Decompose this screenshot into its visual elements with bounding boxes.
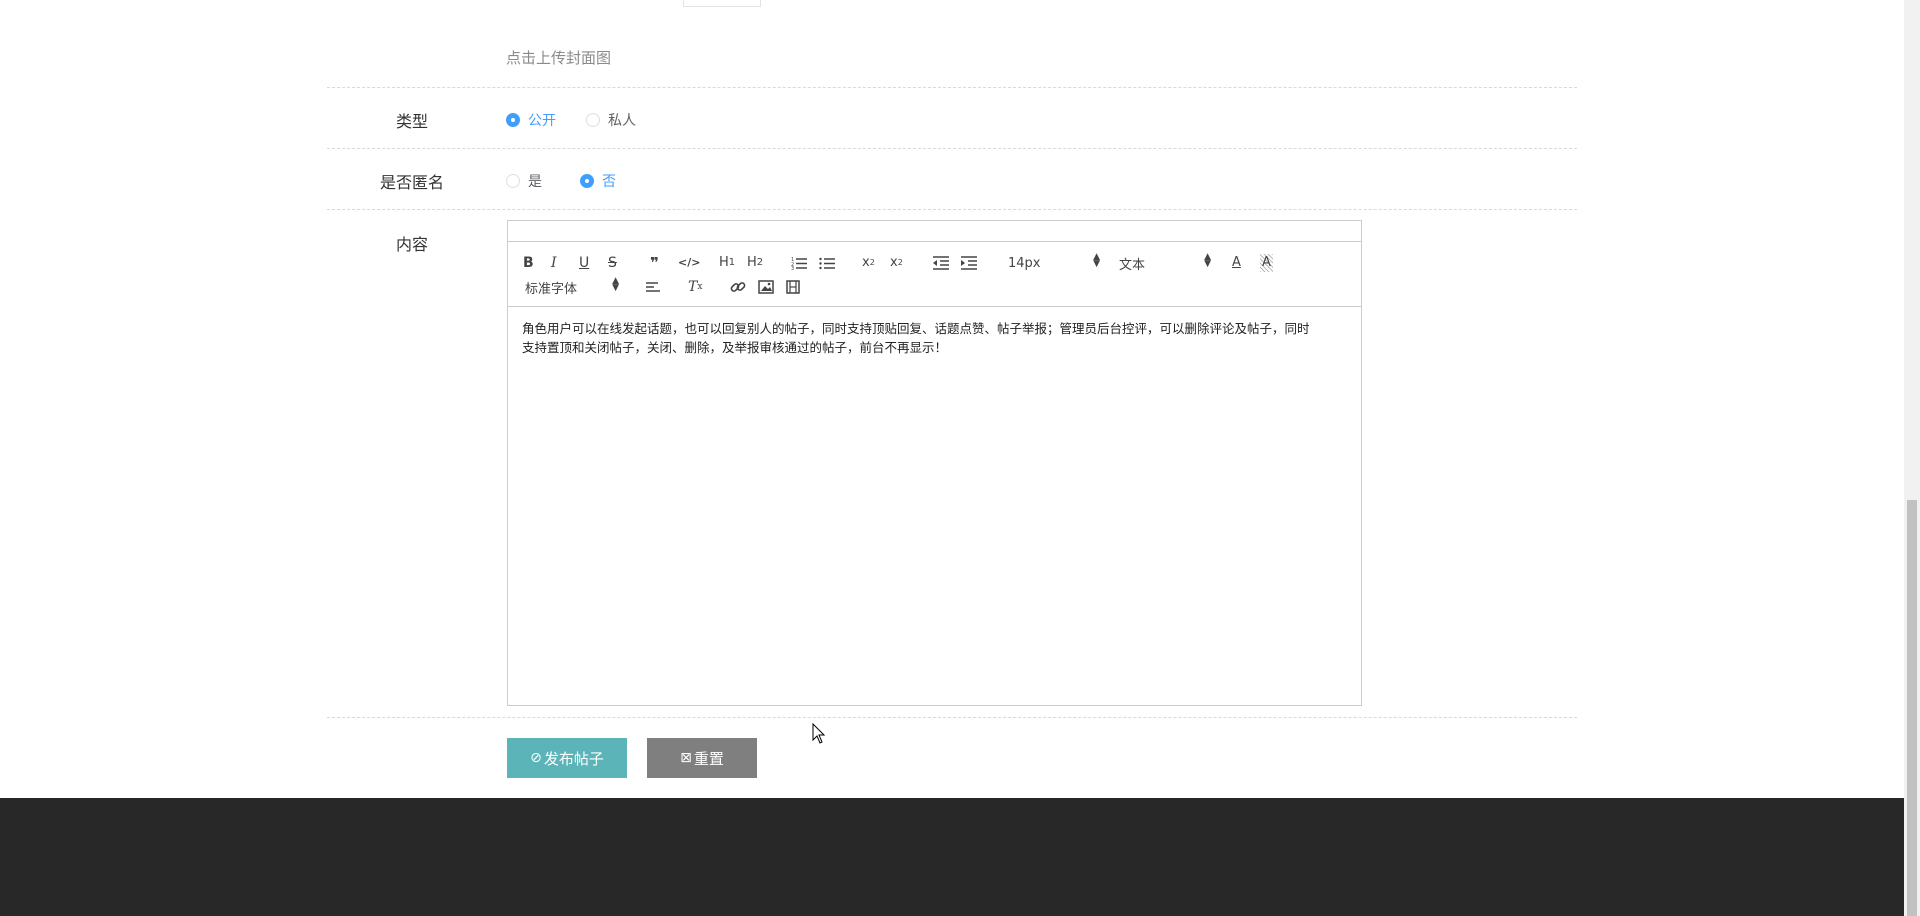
type-radio-private[interactable]: 私人	[586, 110, 636, 130]
editor-toolbar: B I U S ❞ </> H1 H2 123 x2 x2 14px ▲ ▼ 文…	[508, 242, 1361, 307]
row-divider	[327, 717, 1577, 718]
font-family-value: 标准字体	[525, 281, 578, 297]
radio-label: 公开	[528, 113, 556, 129]
cover-upload-hint: 点击上传封面图	[506, 49, 612, 67]
bullet-list-icon[interactable]	[819, 254, 835, 272]
page-footer	[0, 798, 1904, 916]
radio-dot	[580, 174, 594, 188]
font-size-select[interactable]: 14px ▲ ▼	[1008, 252, 1100, 272]
svg-text:3: 3	[791, 266, 794, 270]
publish-post-button[interactable]: ⊘ 发布帖子	[507, 738, 627, 778]
strike-icon[interactable]: S	[608, 254, 617, 272]
header-type-select[interactable]: 文本 ▲ ▼	[1119, 252, 1211, 273]
row-divider	[327, 148, 1577, 149]
blockquote-icon[interactable]: ❞	[650, 254, 659, 272]
ordered-list-icon[interactable]: 123	[791, 254, 807, 272]
row-divider	[327, 209, 1577, 210]
chevron-updown-icon: ▲ ▼	[612, 276, 619, 293]
background-color-icon[interactable]: A	[1260, 254, 1273, 272]
scrollbar-thumb[interactable]	[1907, 500, 1917, 916]
editor-top-strip	[508, 221, 1361, 242]
reset-button[interactable]: ⊠ 重置	[647, 738, 757, 778]
anonymous-radio-yes[interactable]: 是	[506, 171, 542, 191]
font-family-select[interactable]: 标准字体 ▲ ▼	[525, 276, 619, 297]
italic-icon[interactable]: I	[551, 254, 557, 272]
header-type-value: 文本	[1119, 257, 1146, 273]
radio-dot	[586, 113, 600, 127]
reset-label: 重置	[693, 749, 724, 768]
chevron-updown-icon: ▲ ▼	[1093, 252, 1100, 269]
rich-text-editor: B I U S ❞ </> H1 H2 123 x2 x2 14px ▲ ▼ 文…	[507, 220, 1362, 706]
bold-icon[interactable]: B	[523, 254, 534, 272]
code-block-icon[interactable]: </>	[678, 254, 700, 272]
indent-icon[interactable]	[961, 254, 977, 272]
type-radio-public[interactable]: 公开	[506, 110, 556, 130]
superscript-icon[interactable]: x2	[890, 254, 903, 272]
content-label: 内容	[395, 235, 428, 254]
radio-label: 私人	[608, 113, 636, 129]
anonymous-radio-group: 是 否	[506, 171, 646, 191]
content-line: 角色用户可以在线发起话题，也可以回复别人的帖子，同时支持顶贴回复、话题点赞、帖子…	[522, 321, 1310, 336]
anonymous-radio-no[interactable]: 否	[580, 171, 616, 191]
radio-dot	[506, 113, 520, 127]
font-size-value: 14px	[1008, 255, 1041, 271]
video-icon[interactable]	[786, 278, 800, 296]
outdent-icon[interactable]	[933, 254, 949, 272]
image-icon[interactable]	[758, 278, 774, 296]
header-2-icon[interactable]: H2	[747, 254, 763, 272]
close-box-icon: ⊠	[680, 750, 692, 766]
radio-label: 否	[602, 174, 616, 190]
font-color-icon[interactable]: A	[1232, 254, 1241, 272]
align-icon[interactable]	[646, 278, 662, 296]
editor-content[interactable]: 角色用户可以在线发起话题，也可以回复别人的帖子，同时支持顶贴回复、话题点赞、帖子…	[508, 307, 1361, 369]
type-radio-group: 公开 私人	[506, 110, 666, 130]
radio-dot	[506, 174, 520, 188]
mouse-cursor-icon	[812, 722, 826, 749]
publish-post-label: 发布帖子	[543, 749, 604, 768]
header-1-icon[interactable]: H1	[719, 254, 735, 272]
page: 点击上传封面图 类型 公开 私人 是否匿名 是 否 内容 B I U S ❞ <…	[0, 0, 1904, 916]
radio-label: 是	[528, 174, 542, 190]
subscript-icon[interactable]: x2	[862, 254, 875, 272]
clear-format-icon[interactable]: Tx	[688, 278, 702, 296]
link-icon[interactable]	[730, 278, 746, 296]
underline-icon[interactable]: U	[579, 254, 589, 272]
content-line: 支持置顶和关闭帖子，关闭、删除，及举报审核通过的帖子，前台不再显示！	[522, 340, 948, 355]
check-circle-icon: ⊘	[530, 750, 542, 766]
row-divider	[327, 87, 1577, 88]
anonymous-label: 是否匿名	[379, 173, 444, 192]
type-label: 类型	[395, 112, 428, 131]
chevron-updown-icon: ▲ ▼	[1204, 252, 1211, 269]
cover-upload-box[interactable]	[683, 0, 761, 7]
